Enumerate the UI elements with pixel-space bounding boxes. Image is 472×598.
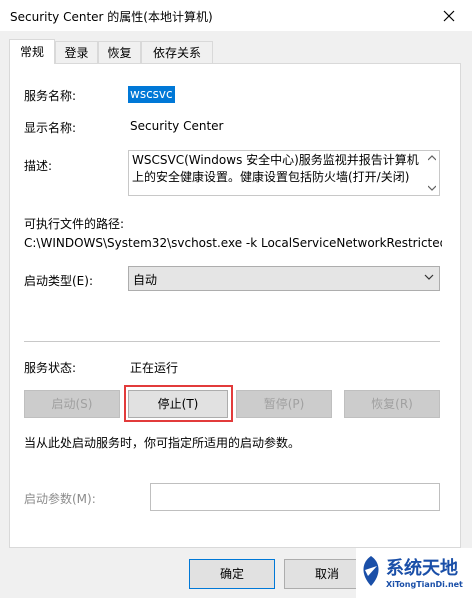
divider (24, 341, 440, 342)
description-scrollbar[interactable] (425, 151, 439, 195)
watermark-url: XiTongTianDi.net (386, 580, 463, 589)
tab-general[interactable]: 常规 (9, 39, 55, 64)
service-status-label: 服务状态: (24, 361, 77, 375)
start-params-label: 启动参数(M): (24, 492, 96, 506)
exec-path-value[interactable]: C:\WINDOWS\System32\svchost.exe -k Local… (24, 236, 442, 250)
description-label: 描述: (24, 159, 53, 173)
watermark: 系统天地 XiTongTianDi.net (356, 548, 472, 598)
start-params-hint: 当从此处启动服务时，你可指定所适用的启动参数。 (24, 436, 301, 450)
service-name-label: 服务名称: (24, 89, 77, 103)
exec-path-label: 可执行文件的路径: (24, 217, 125, 231)
pause-button[interactable]: 暂停(P) (236, 390, 332, 418)
scroll-up-icon[interactable] (428, 155, 436, 161)
startup-type-select[interactable]: 自动 (128, 266, 440, 291)
display-name-label: 显示名称: (24, 121, 77, 135)
close-icon (443, 10, 455, 21)
tab-logon[interactable]: 登录 (55, 41, 98, 63)
display-name-value[interactable]: Security Center (130, 119, 223, 133)
scroll-down-icon[interactable] (428, 185, 436, 191)
window-title: Security Center 的属性(本地计算机) (10, 10, 213, 24)
description-box[interactable]: WSCSVC(Windows 安全中心)服务监视并报告计算机上的安全健康设置。健… (128, 150, 440, 196)
service-name-value[interactable]: wscsvc (128, 86, 175, 103)
description-text: WSCSVC(Windows 安全中心)服务监视并报告计算机上的安全健康设置。健… (132, 153, 419, 184)
title-bar[interactable]: Security Center 的属性(本地计算机) (0, 0, 472, 31)
highlight-box (124, 385, 233, 422)
startup-type-value: 自动 (133, 273, 158, 287)
tab-recovery[interactable]: 恢复 (98, 41, 141, 63)
watermark-logo-icon (363, 556, 379, 586)
watermark-title: 系统天地 (386, 558, 458, 579)
startup-type-label: 启动类型(E): (24, 274, 93, 288)
tab-dependencies[interactable]: 依存关系 (141, 41, 213, 63)
chevron-down-icon (424, 274, 434, 280)
start-params-input[interactable] (150, 483, 440, 511)
close-button[interactable] (426, 0, 472, 31)
resume-button[interactable]: 恢复(R) (344, 390, 440, 418)
start-button[interactable]: 启动(S) (24, 390, 120, 418)
service-status-value: 正在运行 (130, 361, 179, 375)
ok-button[interactable]: 确定 (189, 559, 275, 589)
general-panel (9, 63, 461, 548)
